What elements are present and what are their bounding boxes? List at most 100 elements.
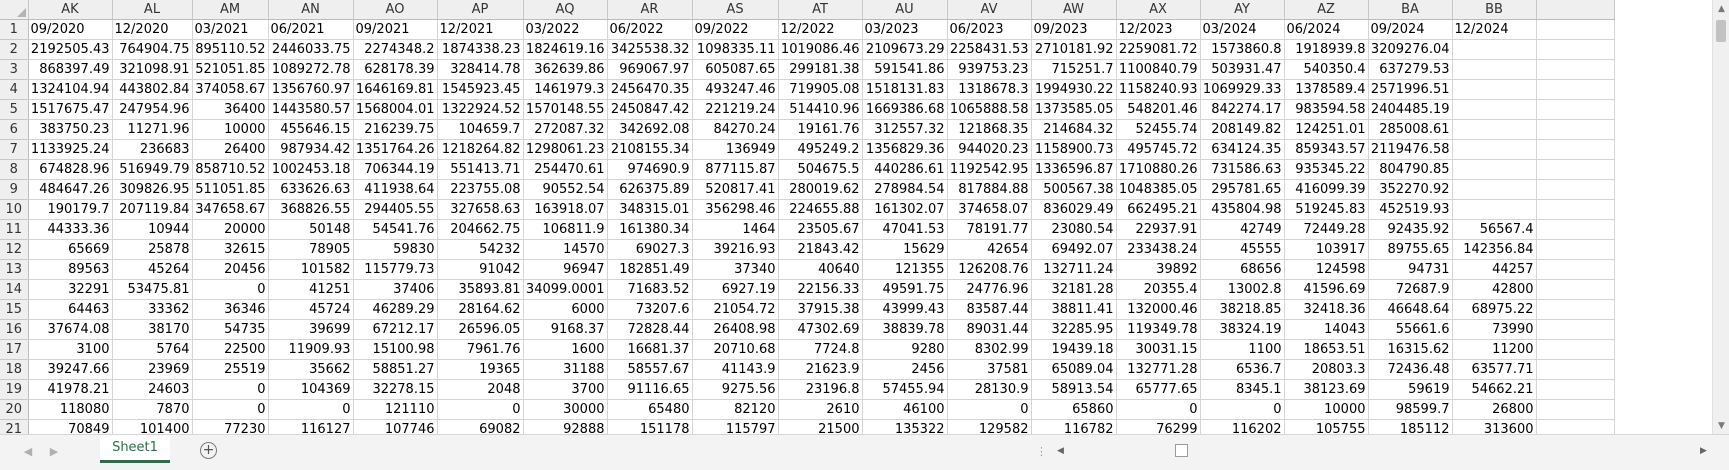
cell[interactable]: 39247.66 (28, 359, 113, 380)
cell[interactable]: 69027.3 (607, 239, 693, 260)
cell[interactable] (1452, 199, 1537, 220)
cell[interactable]: 1994930.22 (1031, 79, 1117, 100)
cell[interactable]: 23969 (112, 359, 193, 380)
row-header[interactable]: 9 (0, 179, 29, 200)
cell[interactable]: 14043 (1284, 319, 1369, 340)
cell[interactable]: 22156.33 (778, 279, 863, 300)
cell[interactable]: 53475.81 (112, 279, 193, 300)
row-header[interactable]: 21 (0, 419, 29, 434)
cell[interactable]: 03/2023 (862, 19, 948, 40)
cell[interactable]: 42749 (1200, 219, 1285, 240)
column-header-ay[interactable]: AY (1200, 0, 1285, 20)
cell[interactable]: 38839.78 (862, 319, 948, 340)
cell[interactable]: 129582 (947, 419, 1032, 434)
column-header-am[interactable]: AM (192, 0, 269, 20)
cell[interactable]: 57455.94 (862, 379, 948, 400)
cell[interactable]: 321098.91 (112, 59, 193, 80)
cell[interactable]: 514410.96 (778, 99, 863, 120)
cell[interactable]: 69492.07 (1031, 239, 1117, 260)
cell[interactable] (1536, 59, 1615, 80)
cell[interactable]: 24776.96 (947, 279, 1032, 300)
cell[interactable]: 89031.44 (947, 319, 1032, 340)
cell[interactable] (1452, 39, 1537, 60)
cell[interactable]: 233438.24 (1116, 239, 1201, 260)
cell[interactable] (1536, 19, 1615, 40)
cell[interactable]: 939753.23 (947, 59, 1032, 80)
cell[interactable]: 247954.96 (112, 99, 193, 120)
horizontal-scroll-thumb[interactable] (1175, 444, 1188, 457)
cell[interactable]: 54735 (192, 319, 269, 340)
cell[interactable]: 38218.85 (1200, 299, 1285, 320)
cell[interactable]: 2710181.92 (1031, 39, 1117, 60)
cell[interactable]: 7961.76 (437, 339, 524, 360)
cell[interactable] (1452, 79, 1537, 100)
cell[interactable]: 21623.9 (778, 359, 863, 380)
cell[interactable]: 1100 (1200, 339, 1285, 360)
cell[interactable]: 223755.08 (437, 179, 524, 200)
cell[interactable]: 11200 (1452, 339, 1537, 360)
cell[interactable]: 115779.73 (353, 259, 438, 280)
cell[interactable]: 26400 (192, 139, 269, 160)
cell[interactable]: 43999.43 (862, 299, 948, 320)
cell[interactable]: 628178.39 (353, 59, 438, 80)
cell[interactable]: 0 (268, 399, 354, 420)
cell[interactable]: 41143.9 (692, 359, 779, 380)
cell[interactable]: 21500 (778, 419, 863, 434)
cell[interactable]: 94731 (1368, 259, 1453, 280)
cell[interactable]: 39216.93 (692, 239, 779, 260)
cell[interactable]: 280019.62 (778, 179, 863, 200)
row-header[interactable]: 3 (0, 59, 29, 80)
cell[interactable]: 92888 (523, 419, 608, 434)
row-header[interactable]: 11 (0, 219, 29, 240)
vertical-scroll-thumb[interactable] (1716, 20, 1726, 42)
column-header-as[interactable]: AS (692, 0, 779, 20)
cell[interactable]: 56567.4 (1452, 219, 1537, 240)
cell[interactable]: 21843.42 (778, 239, 863, 260)
cell[interactable]: 12/2021 (437, 19, 524, 40)
cell[interactable]: 3700 (523, 379, 608, 400)
column-header-ap[interactable]: AP (437, 0, 524, 20)
cell[interactable]: 1570148.55 (523, 99, 608, 120)
cell[interactable]: 224655.88 (778, 199, 863, 220)
cell[interactable]: 495249.2 (778, 139, 863, 160)
cell[interactable]: 18653.51 (1284, 339, 1369, 360)
cell[interactable]: 3100 (28, 339, 113, 360)
cell[interactable]: 352270.92 (1368, 179, 1453, 200)
cell[interactable]: 54232 (437, 239, 524, 260)
cell[interactable]: 294405.55 (353, 199, 438, 220)
cell[interactable]: 38123.69 (1284, 379, 1369, 400)
cell[interactable]: 764904.75 (112, 39, 193, 60)
cell[interactable]: 68656 (1200, 259, 1285, 280)
cell[interactable]: 82120 (692, 399, 779, 420)
cell[interactable]: 06/2021 (268, 19, 354, 40)
cell-table[interactable]: AK AL AM AN AO AP AQ AR AS AT AU AV AW AX AY AZ BA BB 1 09… (0, 0, 1615, 434)
cell[interactable]: 91042 (437, 259, 524, 280)
cell[interactable]: 78191.77 (947, 219, 1032, 240)
cell[interactable]: 2109673.29 (862, 39, 948, 60)
cell[interactable]: 58557.67 (607, 359, 693, 380)
cell[interactable]: 20456 (192, 259, 269, 280)
cell[interactable]: 8345.1 (1200, 379, 1285, 400)
cell[interactable]: 40640 (778, 259, 863, 280)
cell[interactable]: 63577.71 (1452, 359, 1537, 380)
cell[interactable]: 1356760.97 (268, 79, 354, 100)
column-header-av[interactable]: AV (947, 0, 1032, 20)
cell[interactable]: 859343.57 (1284, 139, 1369, 160)
cell[interactable]: 347658.67 (192, 199, 269, 220)
cell[interactable]: 348315.01 (607, 199, 693, 220)
cell[interactable]: 974690.9 (607, 159, 693, 180)
cell[interactable]: 313600 (1452, 419, 1537, 434)
cell[interactable]: 1517675.47 (28, 99, 113, 120)
cell[interactable]: 278984.54 (862, 179, 948, 200)
cell[interactable]: 116782 (1031, 419, 1117, 434)
cell[interactable]: 103917 (1284, 239, 1369, 260)
cell[interactable]: 1461979.3 (523, 79, 608, 100)
cell[interactable]: 106811.9 (523, 219, 608, 240)
cell[interactable]: 540350.4 (1284, 59, 1369, 80)
cell[interactable]: 2446033.75 (268, 39, 354, 60)
cell[interactable]: 68975.22 (1452, 299, 1537, 320)
cell[interactable]: 36346 (192, 299, 269, 320)
cell[interactable]: 520817.41 (692, 179, 779, 200)
cell[interactable]: 1378589.4 (1284, 79, 1369, 100)
cell[interactable]: 236683 (112, 139, 193, 160)
